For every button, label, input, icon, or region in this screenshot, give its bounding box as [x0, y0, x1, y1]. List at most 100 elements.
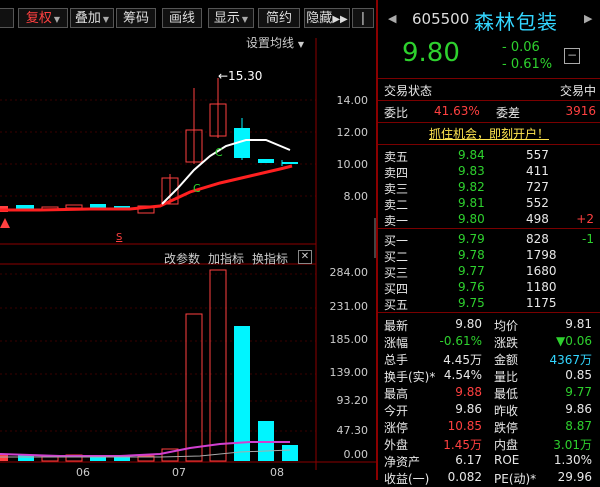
stat-value: 9.81 [565, 317, 592, 331]
order-price: 9.84 [458, 148, 485, 162]
signal-c-marker: C [215, 146, 223, 159]
stat-value: 29.96 [557, 470, 592, 484]
volume-bar [185, 313, 203, 462]
simple-button[interactable]: 简约 [258, 8, 300, 28]
order-volume: 552 [526, 196, 549, 210]
stat-value: 1.30% [553, 453, 592, 467]
candle [282, 162, 298, 164]
weibi-value: 41.63% [434, 104, 480, 118]
volume-axis-label: 93.20 [336, 394, 369, 407]
change-params-link[interactable]: 改参数 [164, 250, 200, 267]
stat-value: 4.54% [443, 368, 482, 382]
toolbar-left-edge[interactable] [0, 8, 14, 28]
stat-value: 9.86 [565, 402, 592, 416]
stat-value: 9.88 [455, 385, 482, 399]
price-change-pct: - 0.61% [502, 57, 553, 72]
stat-row: 换手(实)* 4.54% 量比 0.85 [378, 367, 600, 385]
chips-button[interactable]: 筹码 [116, 8, 156, 28]
overlay-button[interactable]: 叠加 ▼ [70, 8, 114, 28]
stat-label: 换手(实)* [384, 370, 436, 384]
stat-label: 最新 [384, 319, 409, 333]
stat-label: ROE [494, 453, 520, 467]
display-button[interactable]: 显示 ▼ [208, 8, 254, 28]
stat-value: 6.17 [455, 453, 482, 467]
stat-value: 1.45万 [443, 438, 482, 452]
order-delta: -1 [582, 232, 594, 246]
order-price: 9.83 [458, 164, 485, 178]
stat-value: ▼0.06 [556, 334, 592, 348]
stat-value: 4367万 [549, 353, 592, 367]
volume-axis-label: 139.00 [329, 366, 369, 379]
stat-value: 0.85 [565, 368, 592, 382]
hide-label: 隐藏 [306, 11, 333, 26]
restore-rights-button[interactable]: 复权 ▼ [18, 8, 68, 28]
order-price: 9.77 [458, 264, 485, 278]
order-row: 卖一 9.80 498 +2 [378, 211, 600, 229]
stat-label: 总手 [384, 353, 409, 367]
more-button[interactable]: ❘ [352, 8, 374, 28]
stat-row: 外盘 1.45万 内盘 3.01万 [378, 435, 600, 453]
stat-value: 10.85 [447, 419, 482, 433]
weibi-row: 委比 41.63% 委差 3916 [378, 103, 600, 121]
quote-panel: ◀ 605500 森林包装 ▶ 9.80 - 0.06 - 0.61% − 交易… [378, 0, 600, 486]
caret-down-icon: ▼ [241, 15, 249, 24]
order-price: 9.79 [458, 232, 485, 246]
prev-stock-icon[interactable]: ◀ [388, 12, 396, 25]
collapse-icon[interactable]: − [564, 48, 580, 64]
order-price: 9.80 [458, 212, 485, 226]
order-label: 卖一 [384, 214, 409, 228]
signal-c-marker: C [193, 182, 201, 195]
stat-value: 4.45万 [443, 353, 482, 367]
stat-label: 净资产 [384, 455, 421, 469]
up-arrow-icon [0, 218, 10, 228]
price-axis-label: 12.00 [336, 126, 369, 139]
order-price: 9.75 [458, 296, 485, 310]
stat-label: 涨跌 [494, 336, 519, 350]
stat-label: 金额 [494, 353, 519, 367]
volume-bar [282, 445, 298, 461]
stat-label: 收益(一) [384, 472, 430, 486]
chips-label: 筹码 [122, 11, 149, 26]
hide-button[interactable]: 隐藏▶▶ [304, 8, 350, 28]
candlesticks [0, 78, 298, 214]
stock-code: 605500 [412, 10, 470, 28]
trade-status-row: 交易状态 交易中 [378, 81, 600, 99]
order-volume: 411 [526, 164, 549, 178]
date-axis-label: 08 [270, 466, 284, 479]
order-price: 9.81 [458, 196, 485, 210]
weicha-label: 委差 [496, 106, 521, 120]
stat-label: 涨停 [384, 421, 409, 435]
stock-name: 森林包装 [474, 10, 558, 34]
stat-row: 净资产 6.17 ROE 1.30% [378, 452, 600, 470]
stat-row: 收益(一) 0.082 PE(动)* 29.96 [378, 469, 600, 487]
date-axis-label: 07 [172, 466, 186, 479]
order-label: 买五 [384, 298, 409, 312]
kline-chart-area: 设置均线 ▼ ←15.30 C C S 14.00 12.00 10.00 8.… [0, 36, 376, 480]
volume-axis-label: 0.00 [343, 448, 369, 461]
stat-label: 外盘 [384, 438, 409, 452]
stat-label: 昨收 [494, 404, 519, 418]
price-axis-label: 14.00 [336, 94, 369, 107]
next-stock-icon[interactable]: ▶ [584, 12, 592, 25]
order-row: 买五 9.75 1175 [378, 295, 600, 313]
switch-indicator-link[interactable]: 换指标 [252, 250, 288, 267]
price-axis-label: 10.00 [336, 158, 369, 171]
open-account-promo-link[interactable]: 抓住机会，即刻开户！ [384, 125, 594, 141]
candle [90, 204, 106, 208]
stat-value: 9.86 [455, 402, 482, 416]
add-indicator-link[interactable]: 加指标 [208, 250, 244, 267]
overlay-label: 叠加 [74, 11, 101, 26]
volume-bar [234, 326, 250, 461]
draw-line-button[interactable]: 画线 [162, 8, 202, 28]
order-volume: 1680 [526, 264, 557, 278]
candle [258, 159, 274, 163]
order-delta: +2 [576, 212, 594, 226]
stat-row: 今开 9.86 昨收 9.86 [378, 401, 600, 419]
close-icon[interactable]: ✕ [298, 250, 312, 264]
peak-price-label: ←15.30 [218, 69, 263, 83]
stat-label: 跌停 [494, 421, 519, 435]
order-price: 9.76 [458, 280, 485, 294]
order-price: 9.78 [458, 248, 485, 262]
candle [65, 204, 83, 209]
trade-status-value: 交易中 [559, 84, 596, 98]
